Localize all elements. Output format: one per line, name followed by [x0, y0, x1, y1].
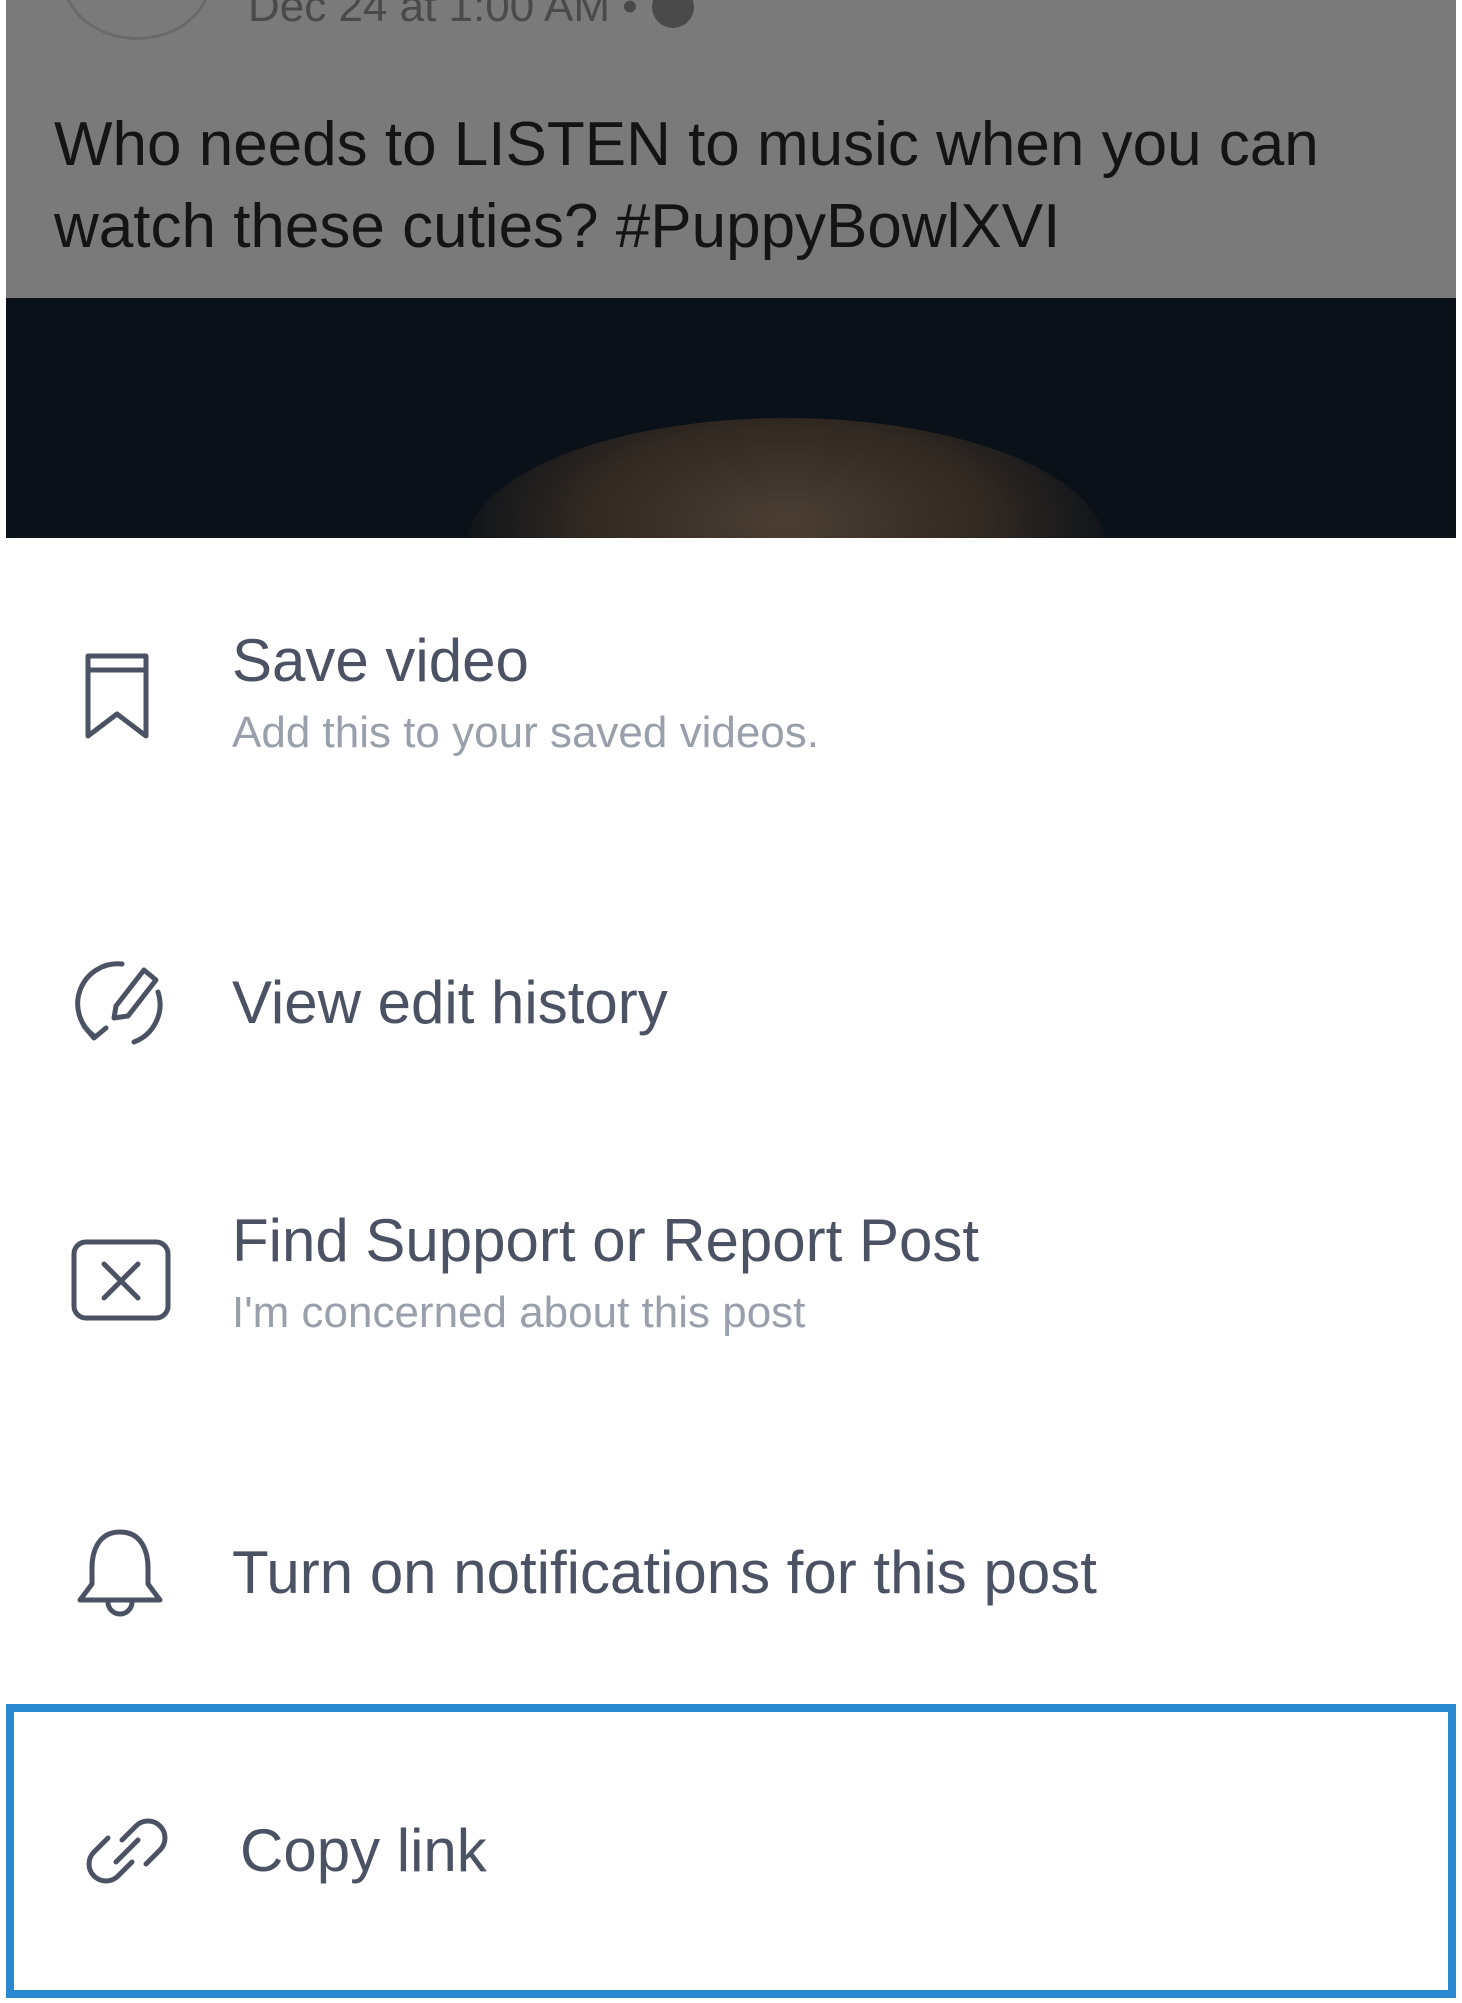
turn-on-notifications-button[interactable]: Turn on notifications for this post	[0, 1488, 1462, 1658]
globe-icon	[651, 0, 694, 28]
bell-icon	[64, 1518, 174, 1628]
copy-link-button[interactable]: Copy link	[6, 1704, 1456, 1998]
report-icon	[64, 1218, 174, 1328]
post-hashtag: #PuppyBowlXVI	[615, 192, 1061, 261]
screen: Dec 24 at 1:00 AM • Who needs to LISTEN …	[0, 0, 1462, 2003]
post-timestamp: Dec 24 at 1:00 AM •	[248, 0, 638, 31]
options-menu: Save video Add this to your saved videos…	[0, 538, 1462, 2003]
find-support-subtitle: I'm concerned about this post	[232, 1288, 806, 1337]
post-header: Dec 24 at 1:00 AM • Who needs to LISTEN …	[6, 0, 1456, 298]
post-meta: Dec 24 at 1:00 AM •	[248, 0, 694, 32]
bookmark-icon	[64, 638, 174, 748]
link-icon	[72, 1796, 182, 1906]
save-video-subtitle: Add this to your saved videos.	[232, 708, 819, 757]
view-edit-history-button[interactable]: View edit history	[0, 918, 1462, 1088]
view-edit-history-label: View edit history	[232, 969, 668, 1036]
post-text: Who needs to LISTEN to music when you ca…	[54, 104, 1434, 268]
save-video-button[interactable]: Save video Add this to your saved videos…	[0, 608, 1462, 778]
post-background: Dec 24 at 1:00 AM • Who needs to LISTEN …	[6, 0, 1456, 538]
find-support-report-button[interactable]: Find Support or Report Post I'm concerne…	[0, 1178, 1462, 1368]
find-support-label: Find Support or Report Post	[232, 1207, 980, 1274]
video-frame	[466, 418, 1106, 538]
avatar	[62, 0, 212, 40]
post-video-thumbnail	[6, 298, 1456, 538]
edit-history-icon	[64, 948, 174, 1058]
save-video-label: Save video	[232, 627, 529, 694]
notifications-label: Turn on notifications for this post	[232, 1539, 1097, 1606]
copy-link-label: Copy link	[240, 1817, 487, 1884]
